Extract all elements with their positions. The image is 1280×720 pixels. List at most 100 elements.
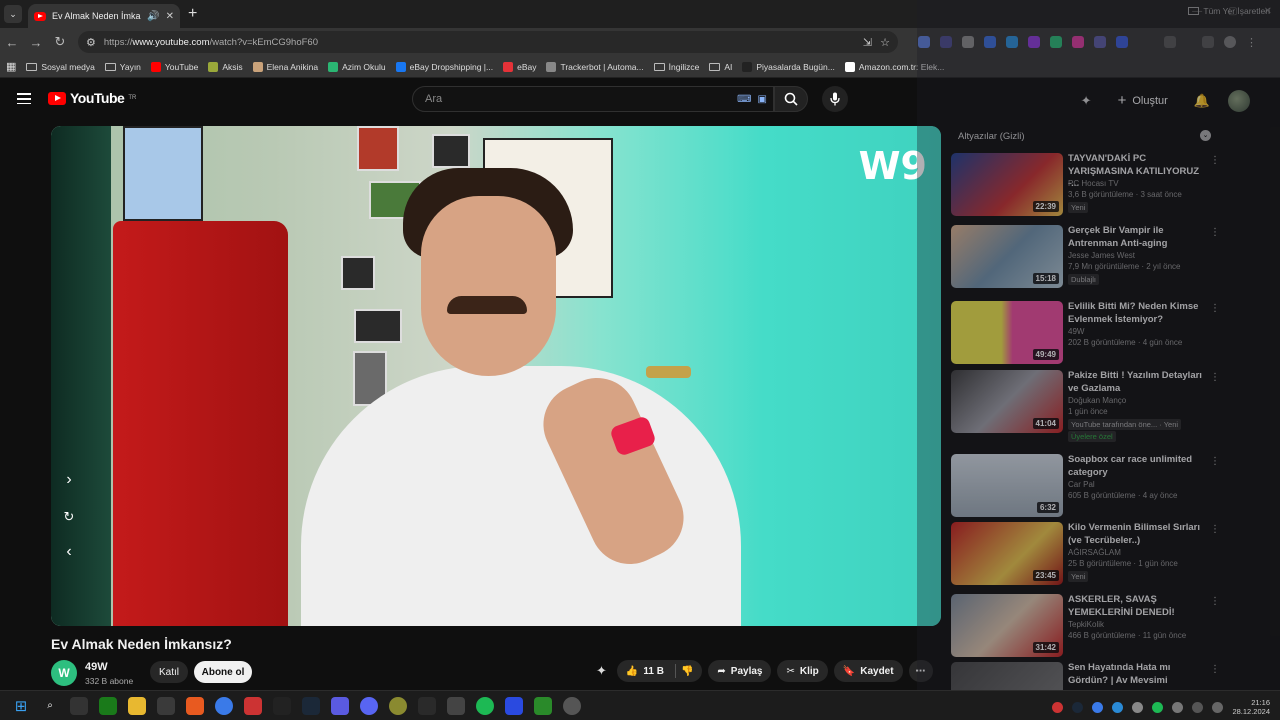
extension-icon-7[interactable] xyxy=(1050,36,1062,48)
file-explorer-icon[interactable] xyxy=(128,696,146,715)
apps-grid-icon[interactable]: ▦ xyxy=(6,60,16,73)
extension-icon-3[interactable] xyxy=(962,36,974,48)
translate-extension-icon[interactable] xyxy=(918,36,930,48)
clip-button[interactable]: ✂ Klip xyxy=(777,660,828,682)
join-button[interactable]: Katıl xyxy=(150,661,188,683)
extension-icon-4[interactable] xyxy=(984,36,996,48)
ea-icon[interactable] xyxy=(244,696,262,715)
video-thumbnail[interactable]: 31:42 xyxy=(951,594,1063,657)
create-button[interactable]: + Oluştur xyxy=(1110,88,1176,113)
recommended-channel-name[interactable]: PC Hocası TV xyxy=(1068,179,1218,188)
tab-search-button[interactable]: ⌄ xyxy=(4,5,22,23)
next-chevron-icon[interactable]: › xyxy=(61,471,77,489)
app-icon-gray[interactable] xyxy=(447,696,465,715)
more-vertical-icon[interactable]: ⋮ xyxy=(1210,596,1220,607)
more-vertical-icon[interactable]: ⋮ xyxy=(1210,227,1220,238)
profile-avatar-icon[interactable] xyxy=(1224,36,1236,48)
app-icon-circle[interactable] xyxy=(563,696,581,715)
tray-wifi-icon[interactable] xyxy=(1192,701,1204,713)
recommended-channel-name[interactable]: Doğukan Manço xyxy=(1068,396,1218,405)
windows-start-icon[interactable]: ⊞ xyxy=(12,697,30,715)
taskbar-clock[interactable]: 21:16 28.12.2024 xyxy=(1232,698,1270,716)
youtube-logo[interactable]: YouTube TR xyxy=(48,90,136,106)
bookmark-item[interactable]: Azim Okulu xyxy=(328,61,386,72)
app-icon-olive[interactable] xyxy=(389,696,407,715)
more-actions-button[interactable]: ⋯ xyxy=(908,660,933,682)
video-thumbnail[interactable]: 6:32 xyxy=(951,454,1063,517)
tray-icon-6[interactable] xyxy=(1152,701,1164,713)
app-icon-green[interactable] xyxy=(534,696,552,715)
bookmark-item[interactable]: eBay xyxy=(503,61,536,72)
save-button[interactable]: 🔖 Kaydet xyxy=(833,660,903,682)
more-vertical-icon[interactable]: ⋮ xyxy=(1210,524,1220,535)
close-tab-icon[interactable]: ✕ xyxy=(166,11,174,22)
share-button[interactable]: ➦ Paylaş xyxy=(708,660,772,682)
bookmark-item[interactable]: Yayın xyxy=(104,62,141,72)
replay-icon[interactable]: ↻ xyxy=(61,509,77,525)
recommended-channel-name[interactable]: 49W xyxy=(1068,327,1218,336)
recommended-video[interactable]: 6:32 Soapbox car race unlimited category C… xyxy=(951,454,1221,520)
bookmark-item[interactable]: AI xyxy=(709,62,732,72)
search-taskbar-icon[interactable]: ⌕ xyxy=(41,697,59,715)
tray-icon-4[interactable] xyxy=(1112,701,1124,713)
all-bookmarks-folder[interactable]: Tüm Yer İşaretleri xyxy=(1188,6,1270,16)
extension-icon-5[interactable] xyxy=(1006,36,1018,48)
channel-name[interactable]: 49W xyxy=(85,661,108,673)
chevron-down-icon[interactable]: ⌄ xyxy=(1200,130,1211,141)
extension-icon-8[interactable] xyxy=(1072,36,1084,48)
more-vertical-icon[interactable]: ⋮ xyxy=(1210,372,1220,383)
store-icon[interactable] xyxy=(157,696,175,715)
spotify-icon[interactable] xyxy=(476,696,494,715)
browser-menu-icon[interactable]: ⋮ xyxy=(1246,36,1258,49)
bookmark-item[interactable]: Sosyal medya xyxy=(26,62,95,72)
omnibox[interactable]: ⚙ https://www.youtube.com/watch?v=kEmCG9… xyxy=(78,31,898,53)
extension-action-icon[interactable]: ✦ xyxy=(596,663,607,679)
tray-steam-icon[interactable] xyxy=(1072,701,1084,713)
search-input[interactable] xyxy=(425,93,738,105)
reading-list-icon[interactable] xyxy=(1202,36,1214,48)
subscribe-button[interactable]: Abone ol xyxy=(194,661,252,683)
bookmark-item[interactable]: YouTube xyxy=(150,61,198,72)
search-button[interactable] xyxy=(774,86,808,112)
video-thumbnail[interactable]: 49:49 xyxy=(951,301,1063,364)
bookmark-item[interactable]: Aksis xyxy=(208,61,243,72)
bookmark-item[interactable]: Elena Anikina xyxy=(252,61,318,72)
tray-volume-icon[interactable] xyxy=(1212,701,1224,713)
recommended-channel-name[interactable]: AĞIRSAĞLAM xyxy=(1068,548,1218,557)
more-vertical-icon[interactable]: ⋮ xyxy=(1210,456,1220,467)
thumbs-down-icon[interactable]: 👎 xyxy=(681,666,693,677)
lens-extension-icon[interactable]: ▣ xyxy=(758,94,767,105)
xbox-icon[interactable] xyxy=(99,696,117,715)
tray-icon-7[interactable] xyxy=(1172,701,1184,713)
keyboard-icon[interactable]: ⌨ xyxy=(737,94,751,105)
video-player[interactable]: W9 › ↻ ‹ xyxy=(51,126,941,626)
recommended-video-title[interactable]: Gerçek Bir Vampir ile Antrenman Anti-agi… xyxy=(1068,225,1208,250)
extension-icon-9[interactable] xyxy=(1094,36,1106,48)
extension-gear-icon[interactable]: ✦ xyxy=(1081,93,1092,109)
video-thumbnail[interactable]: 15:18 xyxy=(951,225,1063,288)
video-thumbnail[interactable]: 41:04 xyxy=(951,370,1063,433)
recommended-video[interactable]: 31:42 ASKERLER, SAVAŞ YEMEKLERİNİ DENEDİ!… xyxy=(951,594,1221,660)
guide-menu-icon[interactable] xyxy=(17,93,31,105)
browser-tab-active[interactable]: Ev Almak Neden İmkansız? 🔊 ✕ xyxy=(28,4,180,28)
more-vertical-icon[interactable]: ⋮ xyxy=(1210,303,1220,314)
channel-avatar[interactable]: W xyxy=(51,660,77,686)
recommended-video-title[interactable]: Kilo Vermenin Bilimsel Sırları (ve Tecrü… xyxy=(1068,522,1208,547)
recommended-video[interactable]: 15:18 Gerçek Bir Vampir ile Antrenman Ant… xyxy=(951,225,1221,291)
video-thumbnail[interactable]: 23:45 xyxy=(951,522,1063,585)
tray-icon-5[interactable] xyxy=(1132,701,1144,713)
recommended-channel-name[interactable]: Car Pal xyxy=(1068,480,1218,489)
new-tab-button[interactable]: + xyxy=(188,5,197,23)
recommended-video[interactable]: 22:39 TAYVAN'DAKİ PC YARIŞMASINA KATILIYO… xyxy=(951,153,1221,219)
recommended-video[interactable]: 49:49 Evlilik Bitti Mi? Neden Kimse Evlen… xyxy=(951,301,1221,367)
back-icon[interactable]: ← xyxy=(0,35,24,50)
prev-chevron-icon[interactable]: ‹ xyxy=(61,543,77,561)
forward-icon[interactable]: → xyxy=(24,35,48,50)
subtitles-panel-header[interactable]: Altyazılar (Gizli) xyxy=(958,131,1025,142)
chrome-icon[interactable] xyxy=(215,696,233,715)
app-icon-purple[interactable] xyxy=(331,696,349,715)
reload-icon[interactable]: ↻ xyxy=(48,34,72,50)
search-box[interactable]: ⌨ ▣ xyxy=(412,86,774,112)
url-text[interactable]: https://www.youtube.com/watch?v=kEmCG9ho… xyxy=(104,37,855,48)
recommended-channel-name[interactable]: Jesse James West xyxy=(1068,251,1218,260)
